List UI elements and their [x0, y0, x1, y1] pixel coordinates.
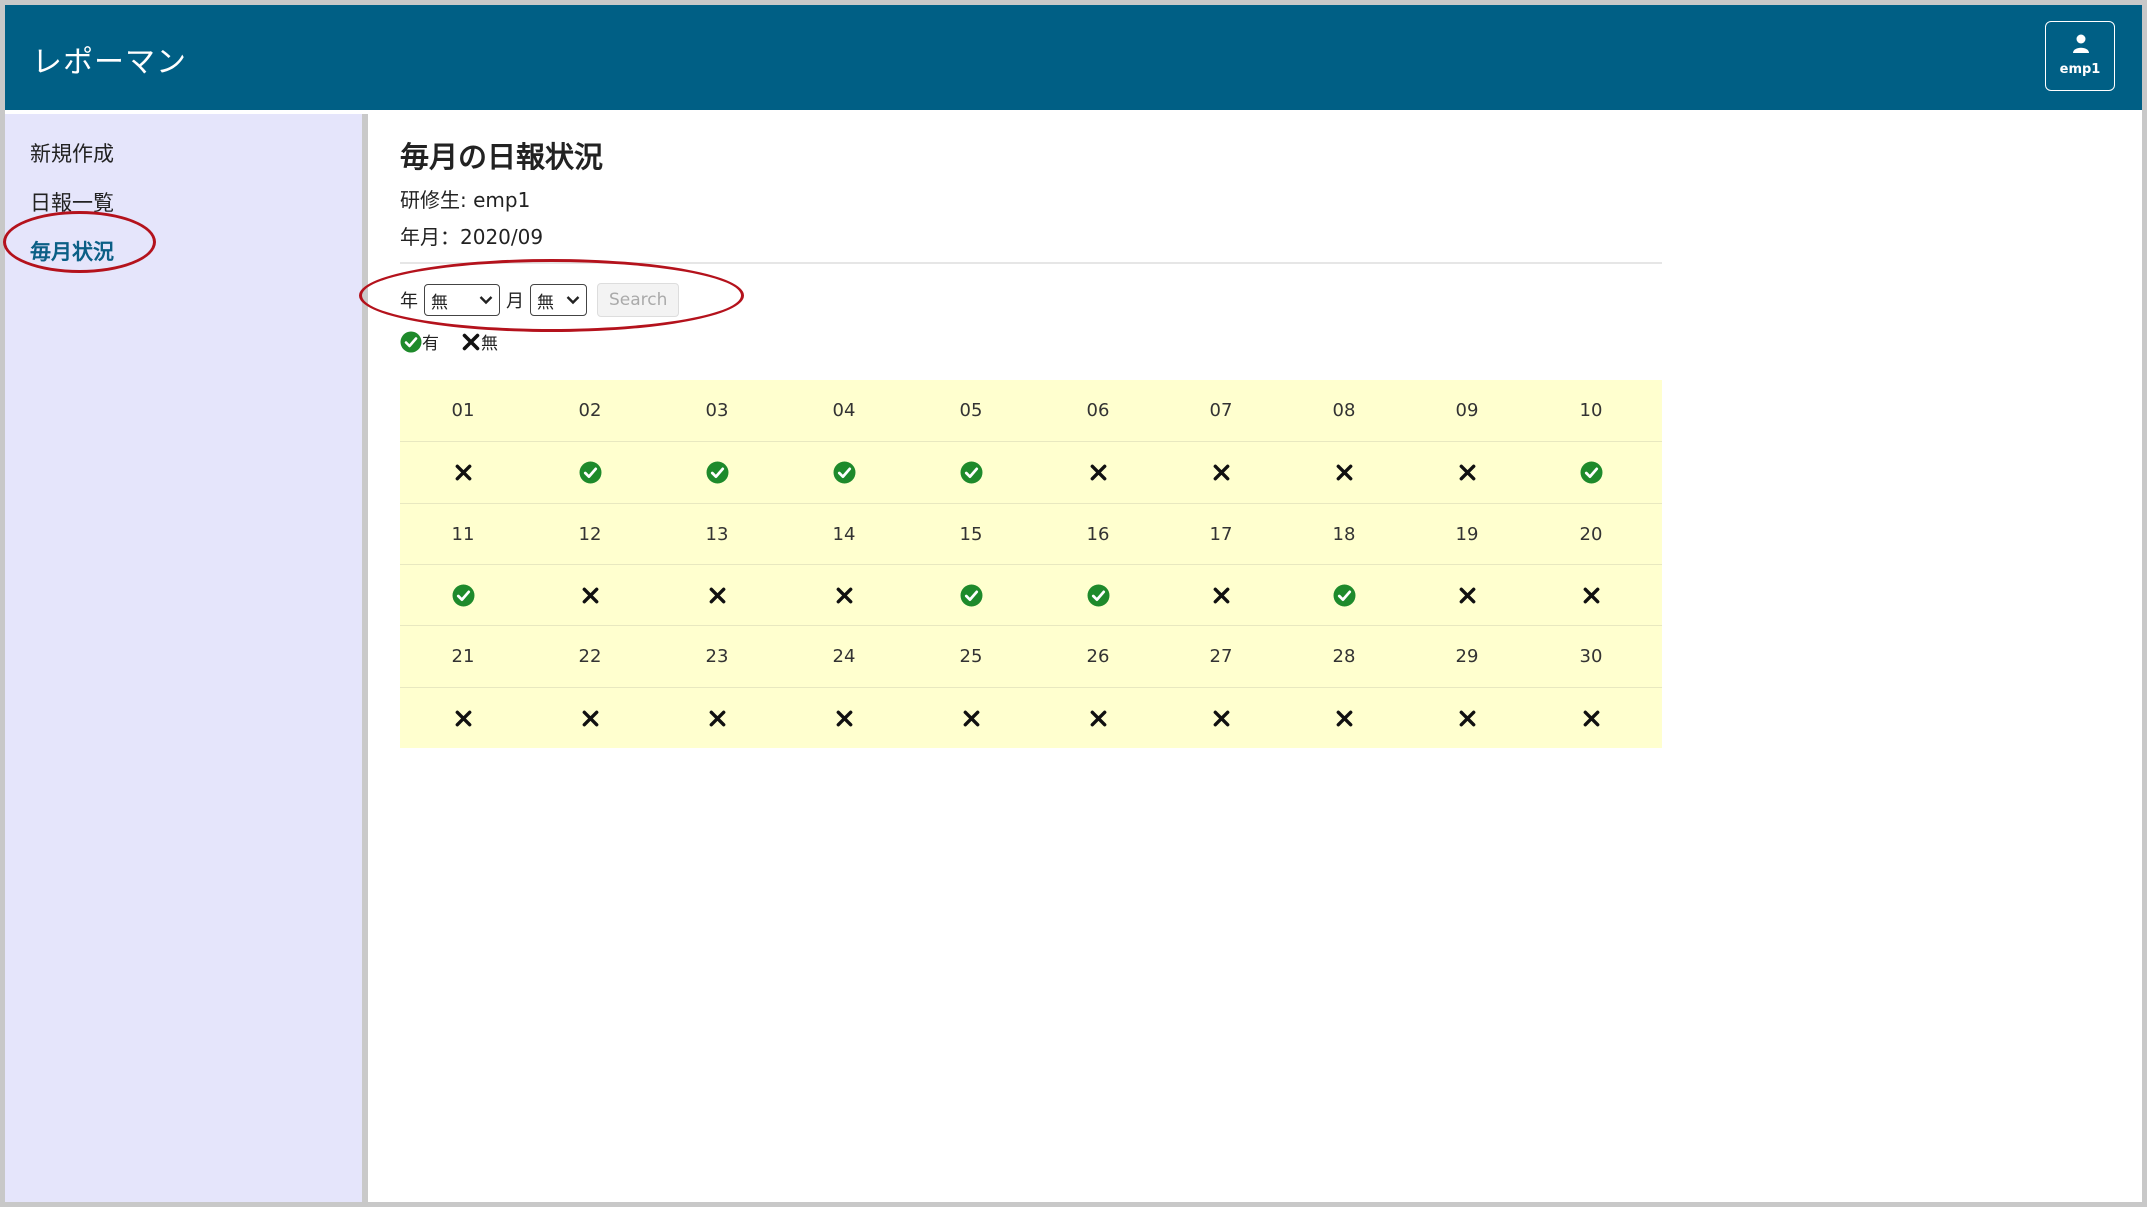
day-number: 02: [578, 400, 602, 421]
day-number: 12: [578, 523, 602, 545]
day-number: 20: [1579, 523, 1603, 545]
x-mark-icon: [1551, 565, 1631, 626]
legend-no: 無: [461, 329, 498, 354]
top-navbar: レポーマン emp1: [5, 5, 2142, 110]
x-mark-icon: [677, 688, 757, 749]
check-circle-icon: [1304, 565, 1384, 626]
day-number: 15: [959, 523, 983, 545]
day-number: 07: [1209, 400, 1233, 421]
day-number: 06: [1086, 400, 1110, 421]
day-number: 10: [1579, 400, 1603, 421]
day-number: 19: [1455, 523, 1479, 545]
x-mark-icon: [1181, 565, 1261, 626]
x-mark-icon: [1304, 442, 1384, 503]
legend-no-label: 無: [481, 334, 498, 354]
day-number: 21: [451, 646, 475, 668]
x-mark-icon: [1058, 442, 1138, 503]
status-row: [400, 686, 1662, 749]
sidebar-divider: [362, 114, 368, 1202]
year-select[interactable]: 無: [424, 284, 500, 316]
day-number-row: 01 02 03 04 05 06 07 08 09 10: [400, 380, 1662, 441]
day-number: 09: [1455, 400, 1479, 421]
x-mark-icon: [1304, 688, 1384, 749]
day-number: 16: [1086, 523, 1110, 545]
x-mark-icon: [1427, 565, 1507, 626]
day-number: 14: [832, 523, 856, 545]
day-number: 18: [1332, 523, 1356, 545]
check-circle-icon: [1058, 565, 1138, 626]
x-mark-icon: [423, 688, 503, 749]
check-circle-icon: [400, 331, 422, 352]
x-mark-icon: [804, 565, 884, 626]
day-number: 08: [1332, 400, 1356, 421]
x-mark-icon: [1551, 688, 1631, 749]
day-number: 17: [1209, 523, 1233, 545]
day-number-row: 11 12 13 14 15 16 17 18 19 20: [400, 502, 1662, 564]
monthly-status-table: 01 02 03 04 05 06 07 08 09 10 11 12 13 14 15 16 17 18 19 20…: [400, 380, 1662, 748]
x-mark-icon: [1058, 688, 1138, 749]
chevron-down-icon: [479, 296, 493, 305]
status-row: [400, 441, 1662, 502]
day-number: 13: [705, 523, 729, 545]
day-number: 04: [832, 400, 856, 421]
year-select-value: 無: [431, 292, 448, 313]
app-window: レポーマン emp1 新規作成 日報一覧 毎月状況 毎月の日報状況 研修生: e…: [3, 5, 2142, 1202]
legend-yes: 有: [400, 329, 439, 354]
divider: [400, 262, 1662, 264]
check-circle-icon: [1551, 442, 1631, 503]
day-number: 25: [959, 646, 983, 668]
x-mark-icon: [804, 688, 884, 749]
user-menu-button[interactable]: emp1: [2045, 21, 2115, 91]
check-circle-icon: [804, 442, 884, 503]
legend-yes-label: 有: [422, 334, 439, 354]
page-title: 毎月の日報状況: [400, 140, 604, 174]
day-number-row: 21 22 23 24 25 26 27 28 29 30: [400, 625, 1662, 686]
x-mark-icon: [1181, 442, 1261, 503]
day-number: 29: [1455, 646, 1479, 668]
user-icon: [2073, 34, 2089, 53]
user-name: emp1: [2059, 62, 2101, 77]
chevron-down-icon: [566, 296, 580, 305]
sidebar-item-report-list[interactable]: 日報一覧: [30, 187, 114, 217]
x-mark-icon: [677, 565, 757, 626]
day-number: 05: [959, 400, 983, 421]
day-number: 01: [451, 400, 475, 421]
day-number: 24: [832, 646, 856, 668]
x-mark-icon: [1181, 688, 1261, 749]
day-number: 23: [705, 646, 729, 668]
app-brand[interactable]: レポーマン: [32, 37, 187, 81]
trainee-label: 研修生: emp1: [400, 188, 531, 212]
check-circle-icon: [550, 442, 630, 503]
sidebar-item-new[interactable]: 新規作成: [30, 138, 114, 168]
day-number: 11: [451, 523, 475, 545]
x-mark-icon: [550, 565, 630, 626]
x-mark-icon: [423, 442, 503, 503]
month-select[interactable]: 無: [530, 284, 587, 316]
x-mark-icon: [1427, 688, 1507, 749]
day-number: 03: [705, 400, 729, 421]
search-button[interactable]: Search: [597, 283, 680, 317]
year-label: 年: [400, 291, 418, 312]
x-mark-icon: [462, 333, 480, 350]
month-select-value: 無: [537, 292, 554, 313]
day-number: 27: [1209, 646, 1233, 668]
month-label: 月: [506, 291, 524, 312]
sidebar: 新規作成 日報一覧 毎月状況: [5, 114, 362, 1202]
check-circle-icon: [423, 565, 503, 626]
day-number: 30: [1579, 646, 1603, 668]
check-circle-icon: [931, 565, 1011, 626]
day-number: 26: [1086, 646, 1110, 668]
day-number: 22: [578, 646, 602, 668]
x-mark-icon: [931, 688, 1011, 749]
legend: 有 無: [400, 329, 520, 354]
day-number: 28: [1332, 646, 1356, 668]
x-mark-icon: [1427, 442, 1507, 503]
year-month-label: 年月：2020/09: [400, 225, 544, 249]
status-row: [400, 563, 1662, 626]
sidebar-item-monthly-status[interactable]: 毎月状況: [30, 236, 114, 266]
filter-row: 年 無 月 無 Search: [400, 283, 680, 317]
x-mark-icon: [550, 688, 630, 749]
check-circle-icon: [931, 442, 1011, 503]
check-circle-icon: [677, 442, 757, 503]
